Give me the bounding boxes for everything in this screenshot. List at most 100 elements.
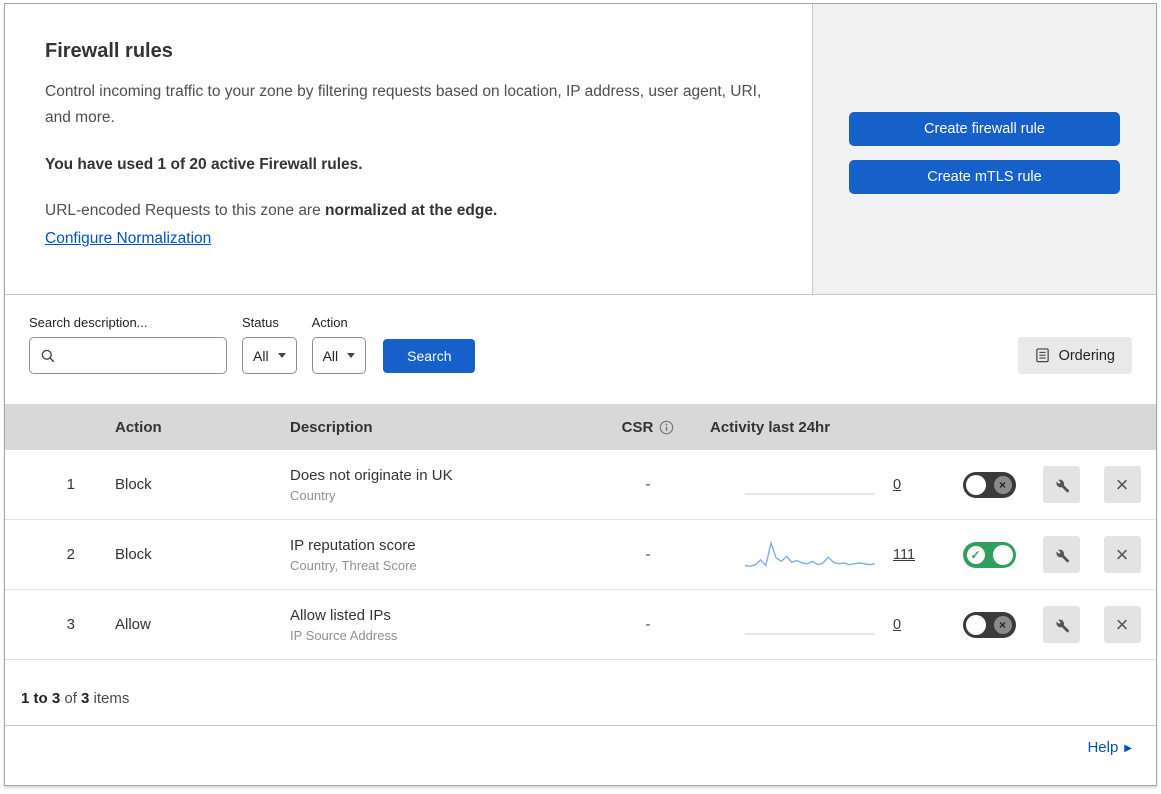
table-header: Action Description CSR Activity last 24h…: [5, 404, 1156, 450]
activity-sparkline: [745, 632, 875, 635]
rule-delete-cell: ×: [1088, 536, 1156, 573]
status-dropdown[interactable]: All: [242, 337, 297, 374]
ordering-button-label: Ordering: [1058, 347, 1115, 364]
rule-activity-cell: 0: [698, 608, 944, 642]
action-label: Action: [311, 315, 348, 330]
rule-edit-cell: [1034, 536, 1088, 573]
table-body: 1 Block Does not originate in UK Country…: [5, 450, 1156, 660]
rule-edit-cell: [1034, 466, 1088, 503]
chevron-down-icon: [277, 353, 286, 358]
rule-number: 1: [66, 476, 75, 493]
footer-range: 1 to 3: [21, 690, 61, 707]
action-dropdown[interactable]: All: [311, 337, 367, 374]
rule-csr-value: -: [645, 546, 651, 563]
actions-panel: Create firewall rule Create mTLS rule: [813, 4, 1156, 294]
close-icon: ×: [1115, 611, 1129, 637]
footer-of: of: [60, 690, 82, 707]
rule-delete-cell: ×: [1088, 466, 1156, 503]
rule-toggle-cell: ✓ ×: [944, 611, 1034, 638]
action-dropdown-value: All: [322, 347, 339, 364]
rule-action: Block: [115, 546, 152, 563]
x-icon: ×: [993, 475, 1012, 494]
create-firewall-rule-button[interactable]: Create firewall rule: [849, 112, 1120, 146]
help-link-label: Help: [1087, 739, 1119, 756]
rule-activity-cell: 0: [698, 468, 944, 502]
search-box[interactable]: [29, 337, 227, 374]
filters-bar: Search description... Status All Action …: [5, 295, 1156, 404]
search-input[interactable]: [63, 347, 216, 364]
status-dropdown-value: All: [253, 347, 269, 364]
table-row: 2 Block IP reputation score Country, Thr…: [5, 520, 1156, 590]
action-filter-group: Action All: [311, 315, 367, 374]
rule-enabled-toggle[interactable]: ✓ ×: [962, 541, 1016, 568]
rule-fields: IP Source Address: [290, 627, 398, 643]
search-label: Search description...: [29, 315, 148, 330]
rule-description-cell: Allow listed IPs IP Source Address: [268, 607, 598, 643]
normalization-prefix: URL-encoded Requests to this zone are: [45, 202, 326, 220]
edit-rule-button[interactable]: [1042, 466, 1080, 503]
wrench-icon: [1056, 479, 1070, 492]
rule-enabled-toggle[interactable]: ✓ ×: [962, 471, 1016, 498]
page-title: Firewall rules: [45, 40, 173, 62]
ordering-button[interactable]: Ordering: [1017, 337, 1132, 374]
rule-action: Block: [115, 476, 152, 493]
usage-summary: You have used 1 of 20 active Firewall ru…: [45, 156, 363, 174]
help-arrow-icon: ▶: [1124, 743, 1132, 754]
help-link[interactable]: Help ▶: [1087, 739, 1132, 756]
header-description: Description: [290, 418, 373, 436]
close-icon: ×: [1115, 471, 1129, 497]
close-icon: ×: [1115, 541, 1129, 567]
ordering-list-icon: [1035, 348, 1049, 363]
rule-enabled-toggle[interactable]: ✓ ×: [962, 611, 1016, 638]
table-row: 1 Block Does not originate in UK Country…: [5, 450, 1156, 520]
rule-description-cell: IP reputation score Country, Threat Scor…: [268, 537, 598, 573]
wrench-icon: [1056, 549, 1070, 562]
edit-rule-button[interactable]: [1042, 536, 1080, 573]
rule-description: IP reputation score: [290, 536, 416, 554]
rule-csr-value: -: [645, 616, 651, 633]
rule-toggle-cell: ✓ ×: [944, 471, 1034, 498]
toggle-knob: [965, 614, 986, 635]
create-mtls-rule-button[interactable]: Create mTLS rule: [849, 160, 1120, 194]
help-bar: Help ▶: [5, 726, 1156, 773]
normalization-note: URL-encoded Requests to this zone are no…: [45, 202, 772, 220]
edit-rule-button[interactable]: [1042, 606, 1080, 643]
rule-activity-cell: 111: [698, 538, 944, 572]
activity-count-link[interactable]: 0: [893, 617, 909, 633]
chevron-down-icon: [347, 353, 356, 358]
search-button[interactable]: Search: [383, 339, 476, 373]
activity-count-link[interactable]: 0: [893, 477, 909, 493]
rule-number: 2: [66, 546, 75, 563]
delete-rule-button[interactable]: ×: [1103, 536, 1141, 573]
header-csr-label: CSR: [621, 418, 654, 436]
rule-toggle-cell: ✓ ×: [944, 541, 1034, 568]
x-icon: ×: [993, 615, 1012, 634]
footer-items: items: [89, 690, 130, 707]
rule-edit-cell: [1034, 606, 1088, 643]
firewall-rules-page: Firewall rules Control incoming traffic …: [4, 3, 1157, 786]
rule-number: 3: [66, 616, 75, 633]
activity-count-link[interactable]: 111: [893, 547, 915, 563]
rule-fields: Country, Threat Score: [290, 557, 417, 573]
header-activity: Activity last 24hr: [710, 418, 831, 436]
rule-fields: Country: [290, 487, 336, 503]
header-csr: CSR: [598, 419, 698, 436]
rule-description: Allow listed IPs: [290, 606, 391, 624]
rules-table: Action Description CSR Activity last 24h…: [5, 404, 1156, 660]
top-section: Firewall rules Control incoming traffic …: [5, 4, 1156, 295]
toggle-knob: [992, 544, 1013, 565]
intro-section: Firewall rules Control incoming traffic …: [5, 4, 813, 294]
search-icon: [41, 349, 55, 362]
info-icon[interactable]: [659, 420, 674, 435]
search-field-group: Search description...: [29, 315, 227, 374]
status-filter-group: Status All: [242, 315, 297, 374]
activity-sparkline: [745, 492, 875, 495]
rule-action: Allow: [115, 616, 151, 633]
rule-description-cell: Does not originate in UK Country: [268, 467, 598, 503]
delete-rule-button[interactable]: ×: [1103, 466, 1141, 503]
status-label: Status: [242, 315, 279, 330]
delete-rule-button[interactable]: ×: [1103, 606, 1141, 643]
toggle-knob: [965, 474, 986, 495]
configure-normalization-link[interactable]: Configure Normalization: [45, 230, 211, 248]
table-footer: 1 to 3 of 3 items: [5, 660, 1156, 726]
